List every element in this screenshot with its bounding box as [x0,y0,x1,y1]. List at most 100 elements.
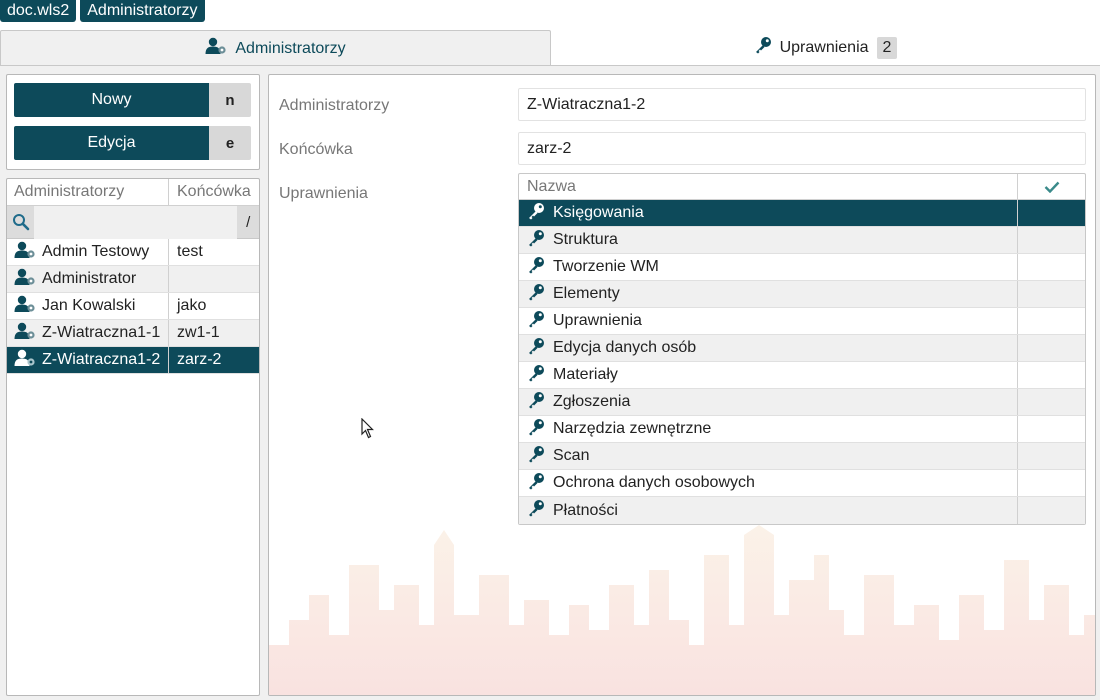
permission-name: Scan [553,447,590,464]
check-icon[interactable] [1018,174,1085,199]
admin-name: Administrator [42,270,137,287]
table-row[interactable]: Jan Kowalski jako [7,293,259,320]
admin-suffix [169,266,259,292]
admin-name: Z-Wiatraczna1-1 [42,324,161,341]
list-body: Admin Testowy test Administrator Jan Kowals… [7,239,259,374]
suffix-field[interactable]: zarz-2 [518,132,1086,165]
permission-name-cell: Ochrona danych osobowych [519,470,1018,496]
admin-field[interactable]: Z-Wiatraczna1-2 [518,88,1086,121]
column-header-suffix[interactable]: Końcówka [169,179,259,205]
edit-button-label: Edycja [14,126,209,160]
permission-name-cell: Struktura [519,227,1018,253]
edit-shortcut-key: e [209,126,251,160]
table-row[interactable]: Struktura [519,227,1085,254]
permission-name-cell: Tworzenie WM [519,254,1018,280]
admin-suffix: test [177,243,203,260]
list-header: Administratorzy Końcówka [7,179,259,206]
edit-button[interactable]: Edycja e [14,126,251,160]
table-row[interactable]: Admin Testowy test [7,239,259,266]
permission-check-cell[interactable] [1018,200,1085,226]
admin-suffix: jako [177,297,207,314]
key-icon [527,229,545,252]
permissions-table-header: Nazwa [519,174,1085,200]
permission-check-cell[interactable] [1018,254,1085,280]
permission-name-cell: Elementy [519,281,1018,307]
mouse-pointer-icon [361,418,374,439]
key-icon [527,337,545,360]
admin-list: Administratorzy Końcówka / Admin Testowy… [6,178,260,696]
key-icon [754,36,772,59]
admin-name-cell: Admin Testowy [7,239,169,265]
skyline-watermark [269,525,1095,695]
user-gear-icon [14,295,36,318]
tab-administratorzy[interactable]: Administratorzy [0,30,551,66]
table-row[interactable]: Scan [519,443,1085,470]
permission-check-cell[interactable] [1018,335,1085,361]
admin-name: Jan Kowalski [42,297,136,314]
permissions-table-body: Księgowania Struktura Tworzenie WM Elementy… [519,200,1085,524]
tab-label: Administratorzy [235,39,346,57]
table-row[interactable]: Z-Wiatraczna1-1 zw1-1 [7,320,259,347]
table-row[interactable]: Tworzenie WM [519,254,1085,281]
user-gear-icon [205,37,227,60]
permission-name: Edycja danych osób [553,339,697,356]
permission-name-cell: Księgowania [519,200,1018,226]
permission-name: Materiały [553,366,618,383]
permission-check-cell[interactable] [1018,362,1085,388]
table-row[interactable]: Uprawnienia [519,308,1085,335]
admin-suffix: zw1-1 [177,324,220,341]
permission-check-cell[interactable] [1018,308,1085,334]
key-icon [527,472,545,495]
permission-name-cell: Płatności [519,497,1018,524]
user-gear-icon [14,349,36,372]
table-row[interactable]: Ochrona danych osobowych [519,470,1085,497]
admin-name: Z-Wiatraczna1-2 [42,351,161,368]
table-row[interactable]: Płatności [519,497,1085,524]
table-row[interactable]: Zgłoszenia [519,389,1085,416]
table-row[interactable]: Elementy [519,281,1085,308]
permission-name: Zgłoszenia [553,393,631,410]
search-icon[interactable] [7,206,34,238]
permission-name-cell: Edycja danych osób [519,335,1018,361]
breadcrumb-item-root[interactable]: doc.wls2 [0,0,77,22]
key-icon [527,283,545,306]
permissions-label: Uprawnienia [279,185,368,202]
admin-name-cell: Administrator [7,266,169,292]
permissions-table: Nazwa Księgowania Struktura Tworzenie WM El… [518,173,1086,525]
breadcrumb: doc.wls2 Administratorzy [0,0,205,22]
permission-check-cell[interactable] [1018,443,1085,469]
admin-name: Admin Testowy [42,243,150,260]
tab-label: Uprawnienia [779,38,869,56]
permission-check-cell[interactable] [1018,227,1085,253]
permission-name: Elementy [553,285,620,302]
permission-check-cell[interactable] [1018,470,1085,496]
permission-check-cell[interactable] [1018,281,1085,307]
table-row[interactable]: Edycja danych osób [519,335,1085,362]
permission-check-cell[interactable] [1018,416,1085,442]
column-header-admins[interactable]: Administratorzy [7,179,169,205]
permission-check-cell[interactable] [1018,497,1085,524]
key-icon [527,364,545,387]
key-icon [527,256,545,279]
column-header-name[interactable]: Nazwa [519,174,1018,199]
new-button[interactable]: Nowy n [14,83,251,117]
permission-name-cell: Materiały [519,362,1018,388]
permission-name: Płatności [553,501,618,519]
detail-panel: Administratorzy Z-Wiatraczna1-2 Końcówka… [268,74,1096,696]
table-row[interactable]: Materiały [519,362,1085,389]
table-row[interactable]: Księgowania [519,200,1085,227]
table-row[interactable]: Z-Wiatraczna1-2 zarz-2 [7,347,259,374]
key-icon [527,310,545,333]
permission-check-cell[interactable] [1018,389,1085,415]
tab-uprawnienia[interactable]: Uprawnienia 2 [551,30,1100,66]
permission-name-cell: Narzędzia zewnętrzne [519,416,1018,442]
user-gear-icon [14,322,36,345]
table-row[interactable]: Narzędzia zewnętrzne [519,416,1085,443]
permission-name-cell: Zgłoszenia [519,389,1018,415]
content-area: Nowy n Edycja e Administratorzy Końcówka… [0,65,1100,700]
table-row[interactable]: Administrator [7,266,259,293]
breadcrumb-item-current[interactable]: Administratorzy [80,0,205,22]
search-input[interactable] [34,206,238,239]
admin-suffix: zarz-2 [177,351,222,368]
permission-name: Narzędzia zewnętrzne [553,420,712,437]
